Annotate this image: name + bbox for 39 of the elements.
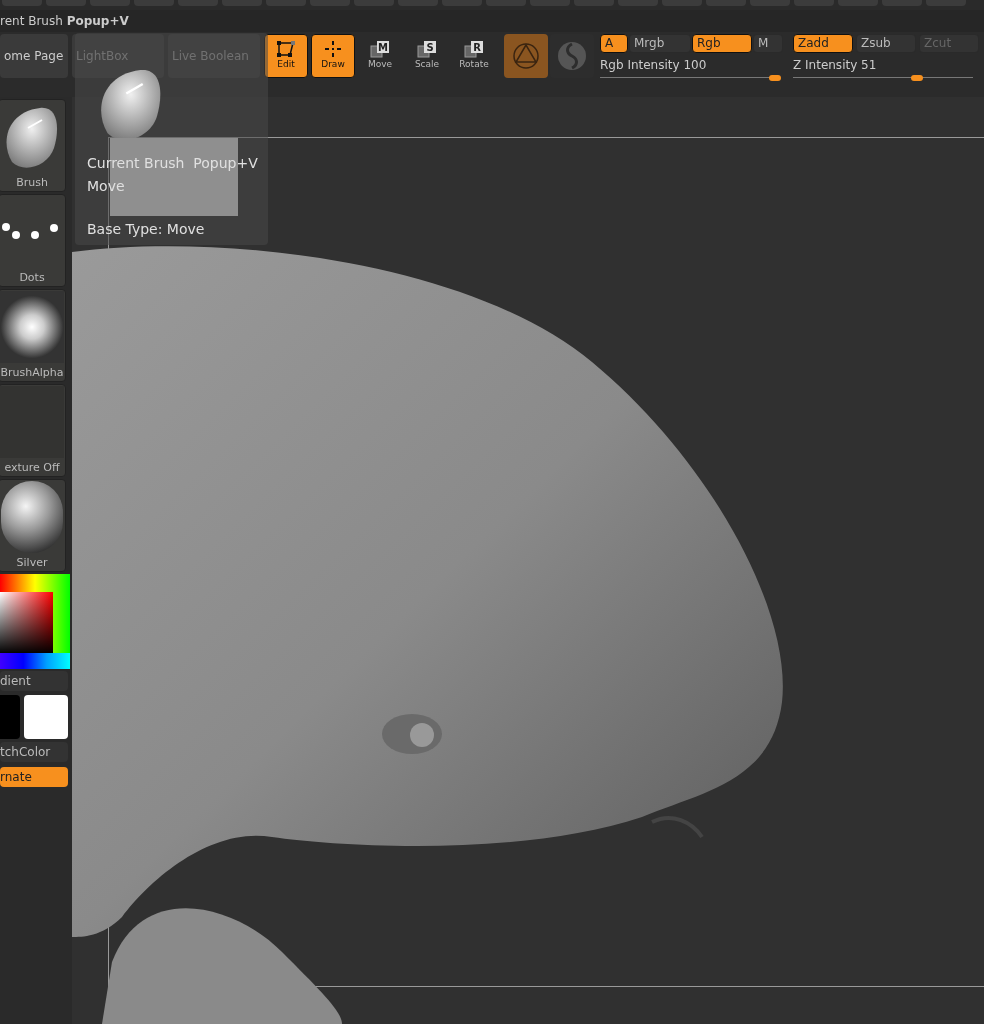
mode-button[interactable]: M Move — [358, 34, 402, 78]
base-type-text: Base Type: Move — [87, 220, 206, 239]
sidebar-tile[interactable]: BrushAlpha — [0, 289, 66, 382]
switch-color-button[interactable]: tchColor — [0, 742, 68, 762]
toggle-button[interactable]: Mrgb — [629, 34, 691, 53]
toggle-button[interactable]: Rgb — [692, 34, 752, 53]
mode-button[interactable]: Edit — [264, 34, 308, 78]
sidebar-tile[interactable]: exture Off — [0, 384, 66, 477]
color-swatch[interactable] — [0, 695, 20, 739]
slider-label: Z Intensity 51 — [793, 57, 878, 74]
brush-name: Move — [87, 177, 126, 196]
color-picker[interactable] — [0, 574, 70, 669]
sidebar-label: Silver — [15, 554, 49, 571]
edit-frame-icon — [276, 40, 296, 59]
toggle-button[interactable]: Zsub — [856, 34, 916, 53]
toggle-button[interactable]: M — [753, 34, 783, 53]
slider-thumb[interactable] — [911, 75, 924, 81]
status-text: rent Brush Popup+V — [0, 13, 129, 30]
sidebar-label: Dots — [18, 269, 46, 286]
shelf-tab[interactable]: ome Page — [0, 34, 68, 78]
sidebar-tile[interactable]: Silver — [0, 479, 66, 572]
color-swatch[interactable] — [24, 695, 68, 739]
mode-button[interactable]: Draw — [311, 34, 355, 78]
alternate-button[interactable]: rnate — [0, 767, 68, 787]
intensity-slider[interactable] — [600, 75, 780, 81]
sidebar-tile[interactable]: Brush — [0, 99, 66, 192]
sidebar-label: Brush — [15, 174, 49, 191]
mode-button[interactable]: R Rotate — [452, 34, 496, 78]
crosshair-icon — [324, 40, 342, 59]
toggle-button[interactable]: A — [600, 34, 628, 53]
sidebar-label: exture Off — [3, 459, 61, 476]
gradient-toggle[interactable]: dient — [0, 671, 68, 691]
sidebar-tile[interactable]: Dots — [0, 194, 66, 287]
mode-button[interactable]: S Scale — [405, 34, 449, 78]
toggle-button[interactable]: Zadd — [793, 34, 853, 53]
sidebar-label: BrushAlpha — [0, 364, 65, 381]
intensity-slider[interactable] — [793, 75, 973, 81]
slider-thumb[interactable] — [768, 75, 781, 81]
slider-label: Rgb Intensity 100 — [600, 57, 708, 74]
